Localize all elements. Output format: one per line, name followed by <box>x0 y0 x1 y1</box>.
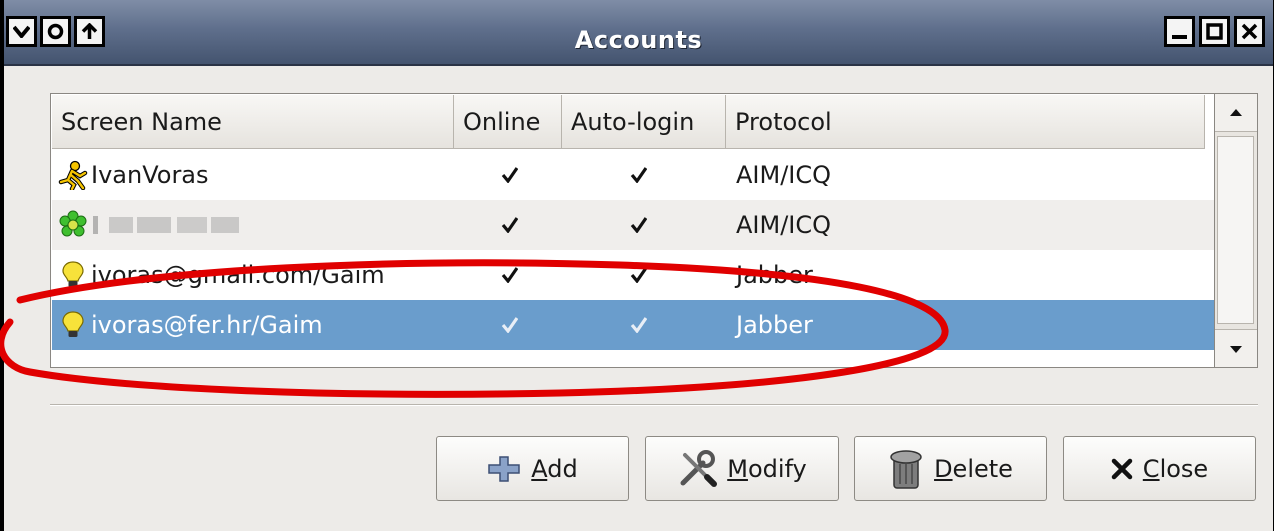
modify-button-label: Modify <box>727 454 807 483</box>
account-row-selected[interactable]: ivoras@fer.hr/Gaim Jabber <box>52 300 1216 350</box>
jabber-lightbulb-icon <box>58 260 88 290</box>
delete-button-label: Delete <box>934 454 1013 483</box>
account-row[interactable]: AIM/ICQ <box>52 200 1216 250</box>
account-protocol: Jabber <box>736 311 813 339</box>
minimize-button[interactable] <box>1164 16 1195 47</box>
maximize-button[interactable] <box>1199 16 1230 47</box>
checkmark-icon <box>501 217 518 233</box>
trash-can-icon <box>890 449 922 489</box>
auto-login-checkbox[interactable] <box>630 266 647 283</box>
account-protocol: Jabber <box>736 261 813 289</box>
checkmark-icon <box>630 267 647 283</box>
online-checkbox[interactable] <box>501 166 518 183</box>
checkmark-icon <box>501 167 518 183</box>
online-checkbox[interactable] <box>501 266 518 283</box>
arrow-down-icon <box>1230 346 1242 353</box>
arrow-up-icon <box>1230 109 1242 116</box>
column-header-online[interactable]: Online <box>454 95 562 149</box>
blurred-text-redaction <box>93 216 239 234</box>
add-button-label: Add <box>531 454 578 483</box>
column-header-auto-login[interactable]: Auto-login <box>562 95 726 149</box>
column-header-protocol[interactable]: Protocol <box>726 95 1205 149</box>
aim-running-man-icon <box>58 160 88 192</box>
close-icon <box>1241 23 1258 40</box>
accounts-window: Accounts Screen Name Online Auto-login P… <box>0 0 1274 531</box>
separator <box>50 404 1258 406</box>
modify-button[interactable]: Modify <box>645 436 839 501</box>
window-title: Accounts <box>574 26 703 54</box>
checkmark-icon <box>501 317 518 333</box>
account-row[interactable]: ivoras@gmail.com/Gaim Jabber <box>52 250 1216 300</box>
tools-icon <box>680 449 718 487</box>
plus-icon <box>488 455 521 482</box>
account-screen-name: IvanVoras <box>91 161 209 189</box>
maximize-icon <box>1206 23 1223 40</box>
checkmark-icon <box>630 317 647 333</box>
close-icon <box>1111 458 1133 479</box>
vertical-scrollbar[interactable] <box>1214 93 1258 368</box>
checkmark-icon <box>630 217 647 233</box>
column-header-screen-name[interactable]: Screen Name <box>52 95 454 149</box>
close-window-button[interactable] <box>1234 16 1265 47</box>
minimize-icon <box>1172 35 1187 39</box>
icq-flower-icon <box>58 210 88 240</box>
checkmark-icon <box>501 267 518 283</box>
online-checkbox[interactable] <box>501 316 518 333</box>
scroll-down-button[interactable] <box>1215 329 1257 367</box>
scroll-up-button[interactable] <box>1215 94 1257 132</box>
close-button-label: Close <box>1142 454 1209 483</box>
auto-login-checkbox[interactable] <box>630 166 647 183</box>
online-checkbox[interactable] <box>501 216 518 233</box>
account-screen-name: ivoras@gmail.com/Gaim <box>91 261 385 289</box>
title-bar[interactable]: Accounts <box>4 0 1273 66</box>
account-protocol: AIM/ICQ <box>736 161 832 189</box>
account-screen-name-blurred <box>91 200 251 250</box>
delete-button[interactable]: Delete <box>854 436 1047 501</box>
auto-login-checkbox[interactable] <box>630 216 647 233</box>
close-button[interactable]: Close <box>1063 436 1256 501</box>
scrollbar-thumb[interactable] <box>1217 136 1254 324</box>
accounts-list[interactable]: Screen Name Online Auto-login Protocol I… <box>50 93 1258 368</box>
add-button[interactable]: Add <box>436 436 629 501</box>
auto-login-checkbox[interactable] <box>630 316 647 333</box>
jabber-lightbulb-icon <box>58 310 88 340</box>
account-protocol: AIM/ICQ <box>736 211 832 239</box>
checkmark-icon <box>630 167 647 183</box>
account-row[interactable]: IvanVoras AIM/ICQ <box>52 150 1216 200</box>
account-screen-name: ivoras@fer.hr/Gaim <box>91 311 323 339</box>
